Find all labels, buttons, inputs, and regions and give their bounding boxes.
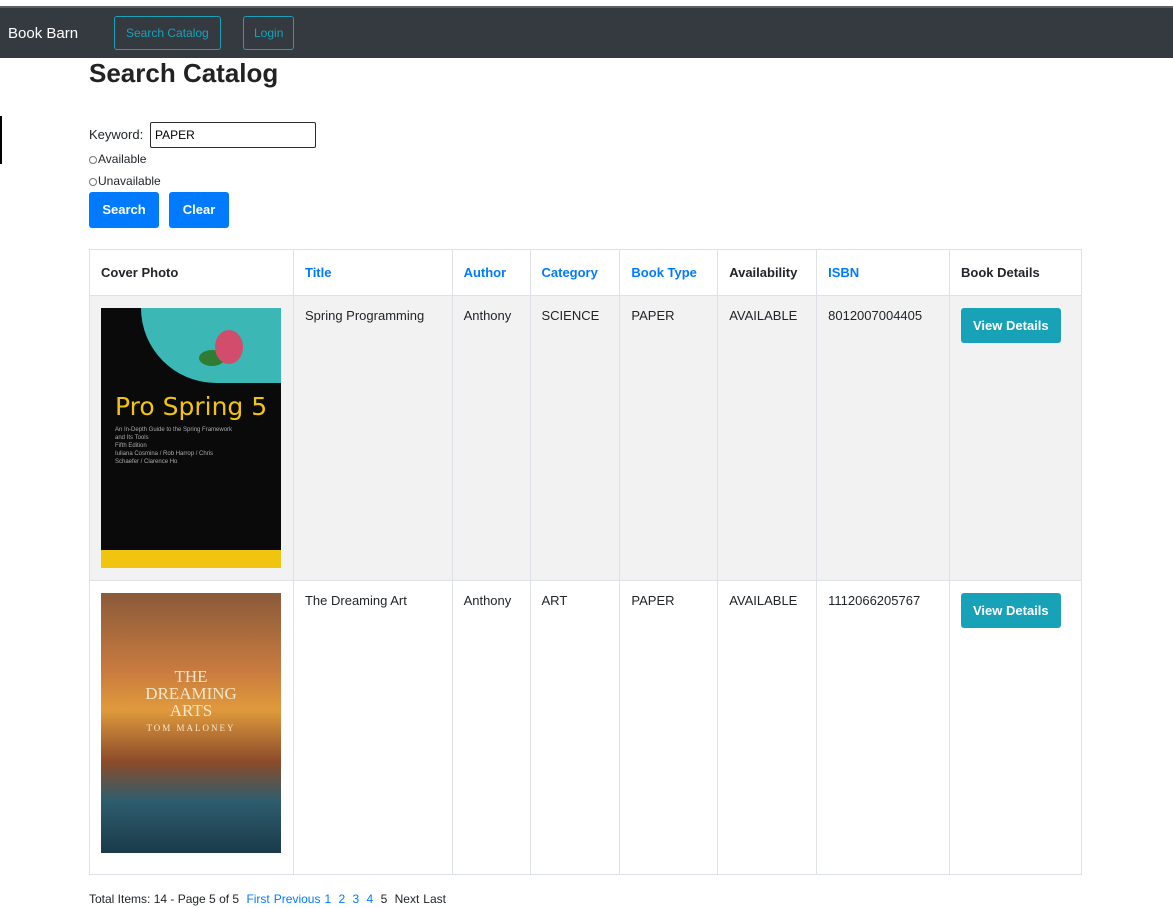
title-cell: Spring Programming [292, 295, 453, 581]
pagination-summary: Total Items: 14 - Page 5 of 5 [89, 892, 240, 906]
header-book-type-sort[interactable]: Book Type [619, 249, 719, 296]
pagination: Total Items: 14 - Page 5 of 5 First Previ… [89, 892, 450, 906]
pagination-previous-link[interactable]: Previous [274, 892, 321, 906]
available-radio[interactable] [89, 155, 97, 164]
cover-publisher-strip [101, 550, 281, 568]
cover-art-rose [215, 330, 243, 364]
unavailable-radio[interactable] [89, 177, 97, 186]
isbn-cell: 8012007004405 [816, 295, 950, 581]
pagination-current-page: 5 [380, 892, 388, 906]
nav-login-button[interactable]: Login [243, 16, 295, 50]
page-title: Search Catalog [89, 58, 279, 88]
header-isbn-sort[interactable]: ISBN [816, 249, 950, 296]
cover-image-dreaming-arts: THE DREAMING ARTS TOM MALONEY [101, 593, 281, 853]
cover-art-background [141, 308, 281, 383]
cover-author-text: TOM MALONEY [146, 723, 236, 733]
book-type-cell: PAPER [619, 295, 719, 581]
side-divider [0, 116, 2, 164]
cover-title-line: ARTS [169, 701, 213, 720]
pagination-page-link[interactable]: 2 [338, 892, 345, 906]
details-cell: View Details [949, 295, 1082, 581]
brand-logo[interactable]: Book Barn [8, 25, 78, 42]
author-cell: Anthony [451, 580, 531, 875]
pagination-next-link[interactable]: Next [395, 892, 420, 906]
header-title-sort[interactable]: Title [292, 249, 453, 296]
table-header-row: Cover Photo Title Author Category Book T… [89, 249, 1082, 296]
header-author-sort[interactable]: Author [451, 249, 531, 296]
isbn-cell: 1112066205767 [816, 580, 950, 875]
navbar: Book Barn Search Catalog Login [0, 6, 1173, 58]
author-cell: Anthony [451, 295, 531, 581]
keyword-label: Keyword: [89, 127, 144, 142]
results-table: Cover Photo Title Author Category Book T… [89, 249, 1082, 875]
table-row: THE DREAMING ARTS TOM MALONEY The Dreami… [89, 580, 1082, 875]
availability-cell: AVAILABLE [717, 295, 818, 581]
title-cell: The Dreaming Art [292, 580, 453, 875]
keyword-input[interactable] [150, 122, 316, 148]
available-label: Available [98, 152, 147, 166]
category-cell: ART [529, 580, 621, 875]
header-availability: Availability [717, 249, 818, 296]
header-category-sort[interactable]: Category [529, 249, 621, 296]
pagination-first-link[interactable]: First [246, 892, 269, 906]
pagination-last-link[interactable]: Last [423, 892, 446, 906]
search-button[interactable]: Search [89, 192, 159, 228]
cover-subtitle-text: An In-Depth Guide to the Spring Framewor… [115, 427, 233, 465]
cover-title-text: Pro Spring 5 [115, 392, 268, 421]
cover-image-pro-spring: Pro Spring 5 An In-Depth Guide to the Sp… [101, 308, 281, 568]
details-cell: View Details [949, 580, 1082, 875]
pagination-page-link[interactable]: 4 [367, 892, 374, 906]
pagination-page-link[interactable]: 1 [324, 892, 331, 906]
cover-cell: Pro Spring 5 An In-Depth Guide to the Sp… [89, 295, 294, 581]
table-row: Pro Spring 5 An In-Depth Guide to the Sp… [89, 295, 1082, 581]
header-cover-photo: Cover Photo [89, 249, 294, 296]
category-cell: SCIENCE [529, 295, 621, 581]
unavailable-option[interactable]: Unavailable [89, 174, 161, 188]
view-details-button[interactable]: View Details [961, 593, 1061, 628]
unavailable-label: Unavailable [98, 174, 161, 188]
header-book-details: Book Details [949, 249, 1082, 296]
pagination-page-link[interactable]: 3 [353, 892, 360, 906]
view-details-button[interactable]: View Details [961, 308, 1061, 343]
cover-cell: THE DREAMING ARTS TOM MALONEY [89, 580, 294, 875]
nav-search-catalog-button[interactable]: Search Catalog [114, 16, 221, 50]
availability-cell: AVAILABLE [717, 580, 818, 875]
available-option[interactable]: Available [89, 152, 146, 166]
book-type-cell: PAPER [619, 580, 719, 875]
clear-button[interactable]: Clear [169, 192, 229, 228]
